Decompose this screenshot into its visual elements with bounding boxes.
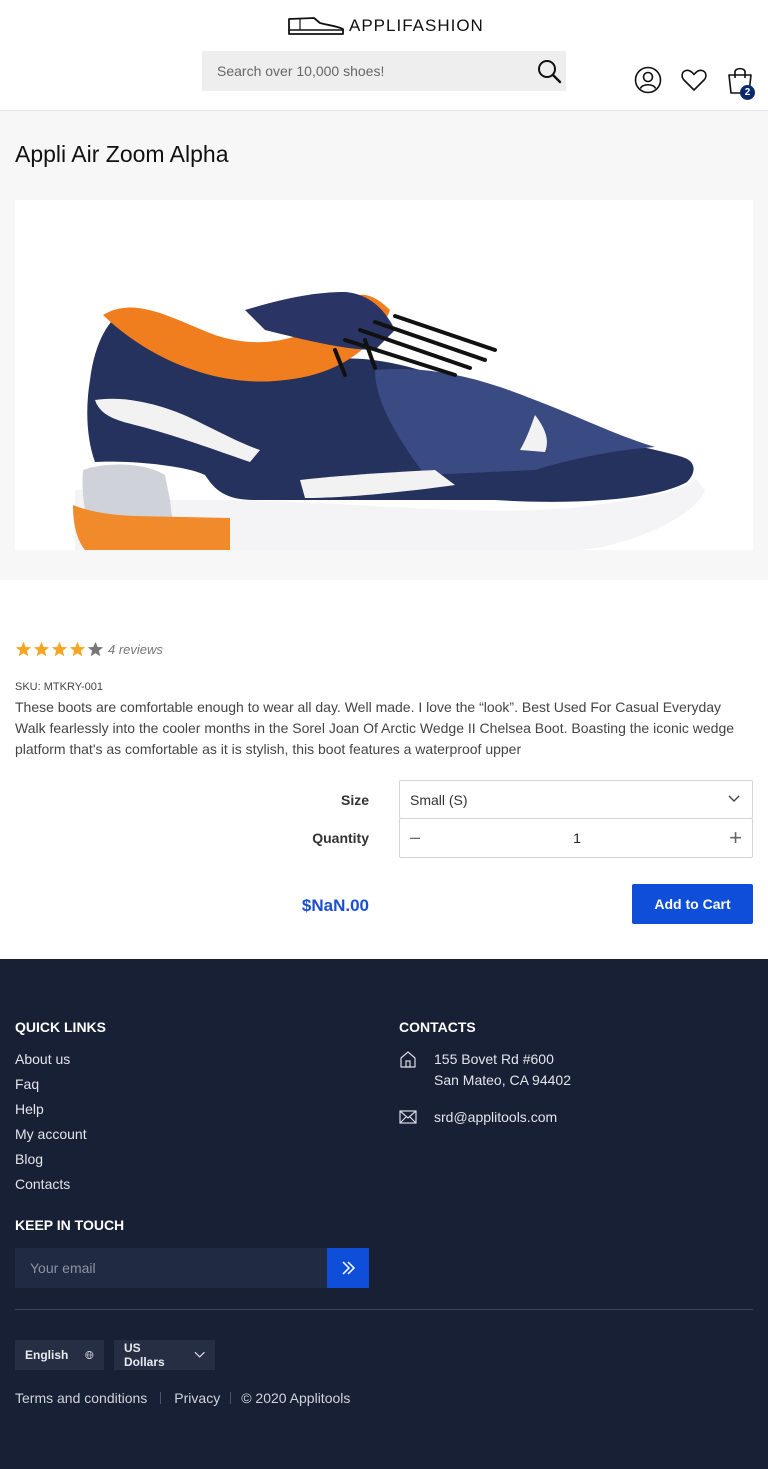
shoe-logo-icon [288, 17, 344, 35]
search-icon[interactable] [536, 58, 562, 84]
add-to-cart-button[interactable]: Add to Cart [632, 884, 753, 924]
product-sku: SKU: MTKRY-001 [15, 681, 104, 693]
contact-address: 155 Bovet Rd #600 San Mateo, CA 94402 [399, 1049, 571, 1091]
separator [160, 1392, 162, 1404]
star-filled-icon [33, 641, 50, 657]
sneaker-image [73, 292, 705, 550]
size-selected-value: Small (S) [410, 792, 468, 808]
language-select[interactable]: English [15, 1340, 104, 1370]
contact-email-link[interactable]: srd@applitools.com [434, 1107, 557, 1128]
size-label: Size [340, 792, 369, 808]
site-footer: QUICK LINKS About us Faq Help My account… [0, 959, 768, 1469]
currency-value: US Dollars [124, 1341, 165, 1369]
envelope-icon [399, 1110, 417, 1124]
brand-logo[interactable]: APPLIFASHION [287, 14, 484, 38]
chevron-down-icon [728, 795, 740, 802]
globe-icon [85, 1350, 94, 1360]
address-line-2: San Mateo, CA 94402 [434, 1072, 571, 1088]
separator [230, 1392, 232, 1404]
language-value: English [25, 1348, 69, 1362]
address-line-1: 155 Bovet Rd #600 [434, 1051, 554, 1067]
keep-in-touch-heading: KEEP IN TOUCH [15, 1217, 125, 1233]
terms-link[interactable]: Terms and conditions [15, 1390, 147, 1406]
product-image [15, 200, 753, 550]
quantity-stepper: 1 – + [399, 818, 753, 858]
brand-name: APPLIFASHION [349, 16, 484, 35]
footer-link-about[interactable]: About us [15, 1050, 87, 1075]
privacy-link[interactable]: Privacy [174, 1390, 220, 1406]
quantity-decrease-button[interactable]: – [410, 827, 420, 848]
copyright-text: © 2020 Applitools [241, 1390, 351, 1406]
newsletter-email-input[interactable] [15, 1248, 327, 1288]
star-empty-icon [87, 641, 104, 657]
product-rating: 4 reviews [15, 641, 163, 658]
cart-count-badge: 2 [740, 85, 755, 100]
user-account-icon[interactable] [634, 66, 662, 94]
newsletter-form [15, 1248, 369, 1288]
heart-wishlist-icon[interactable] [680, 66, 708, 94]
quantity-increase-button[interactable]: + [729, 825, 742, 851]
chevron-down-icon [194, 1351, 205, 1358]
footer-link-faq[interactable]: Faq [15, 1075, 87, 1100]
quick-links-list: About us Faq Help My account Blog Contac… [15, 1050, 87, 1200]
quick-links-heading: QUICK LINKS [15, 1019, 106, 1035]
footer-divider [15, 1309, 753, 1310]
product-description: These boots are comfortable enough to we… [15, 699, 735, 757]
legal-links: Terms and conditions Privacy © 2020 Appl… [15, 1390, 350, 1406]
product-title: Appli Air Zoom Alpha [15, 141, 229, 167]
footer-link-blog[interactable]: Blog [15, 1150, 87, 1175]
size-select[interactable]: Small (S) [399, 780, 753, 819]
search-input[interactable] [202, 51, 522, 91]
contact-email: srd@applitools.com [399, 1107, 557, 1128]
star-filled-icon [69, 641, 86, 657]
footer-link-contacts[interactable]: Contacts [15, 1175, 87, 1200]
search-bar [202, 51, 566, 91]
newsletter-submit-button[interactable] [327, 1248, 369, 1288]
contacts-heading: CONTACTS [399, 1019, 476, 1035]
currency-select[interactable]: US Dollars [114, 1340, 215, 1370]
quantity-label: Quantity [312, 830, 369, 846]
site-header: APPLIFASHION 2 [0, 0, 768, 111]
footer-link-account[interactable]: My account [15, 1125, 87, 1150]
reviews-count[interactable]: 4 reviews [108, 642, 163, 657]
footer-link-help[interactable]: Help [15, 1100, 87, 1125]
double-chevron-right-icon [342, 1261, 356, 1275]
star-filled-icon [51, 641, 68, 657]
quantity-value[interactable]: 1 [400, 830, 754, 846]
home-icon [400, 1051, 416, 1068]
product-price: $NaN.00 [301, 896, 369, 915]
star-filled-icon [15, 641, 32, 657]
